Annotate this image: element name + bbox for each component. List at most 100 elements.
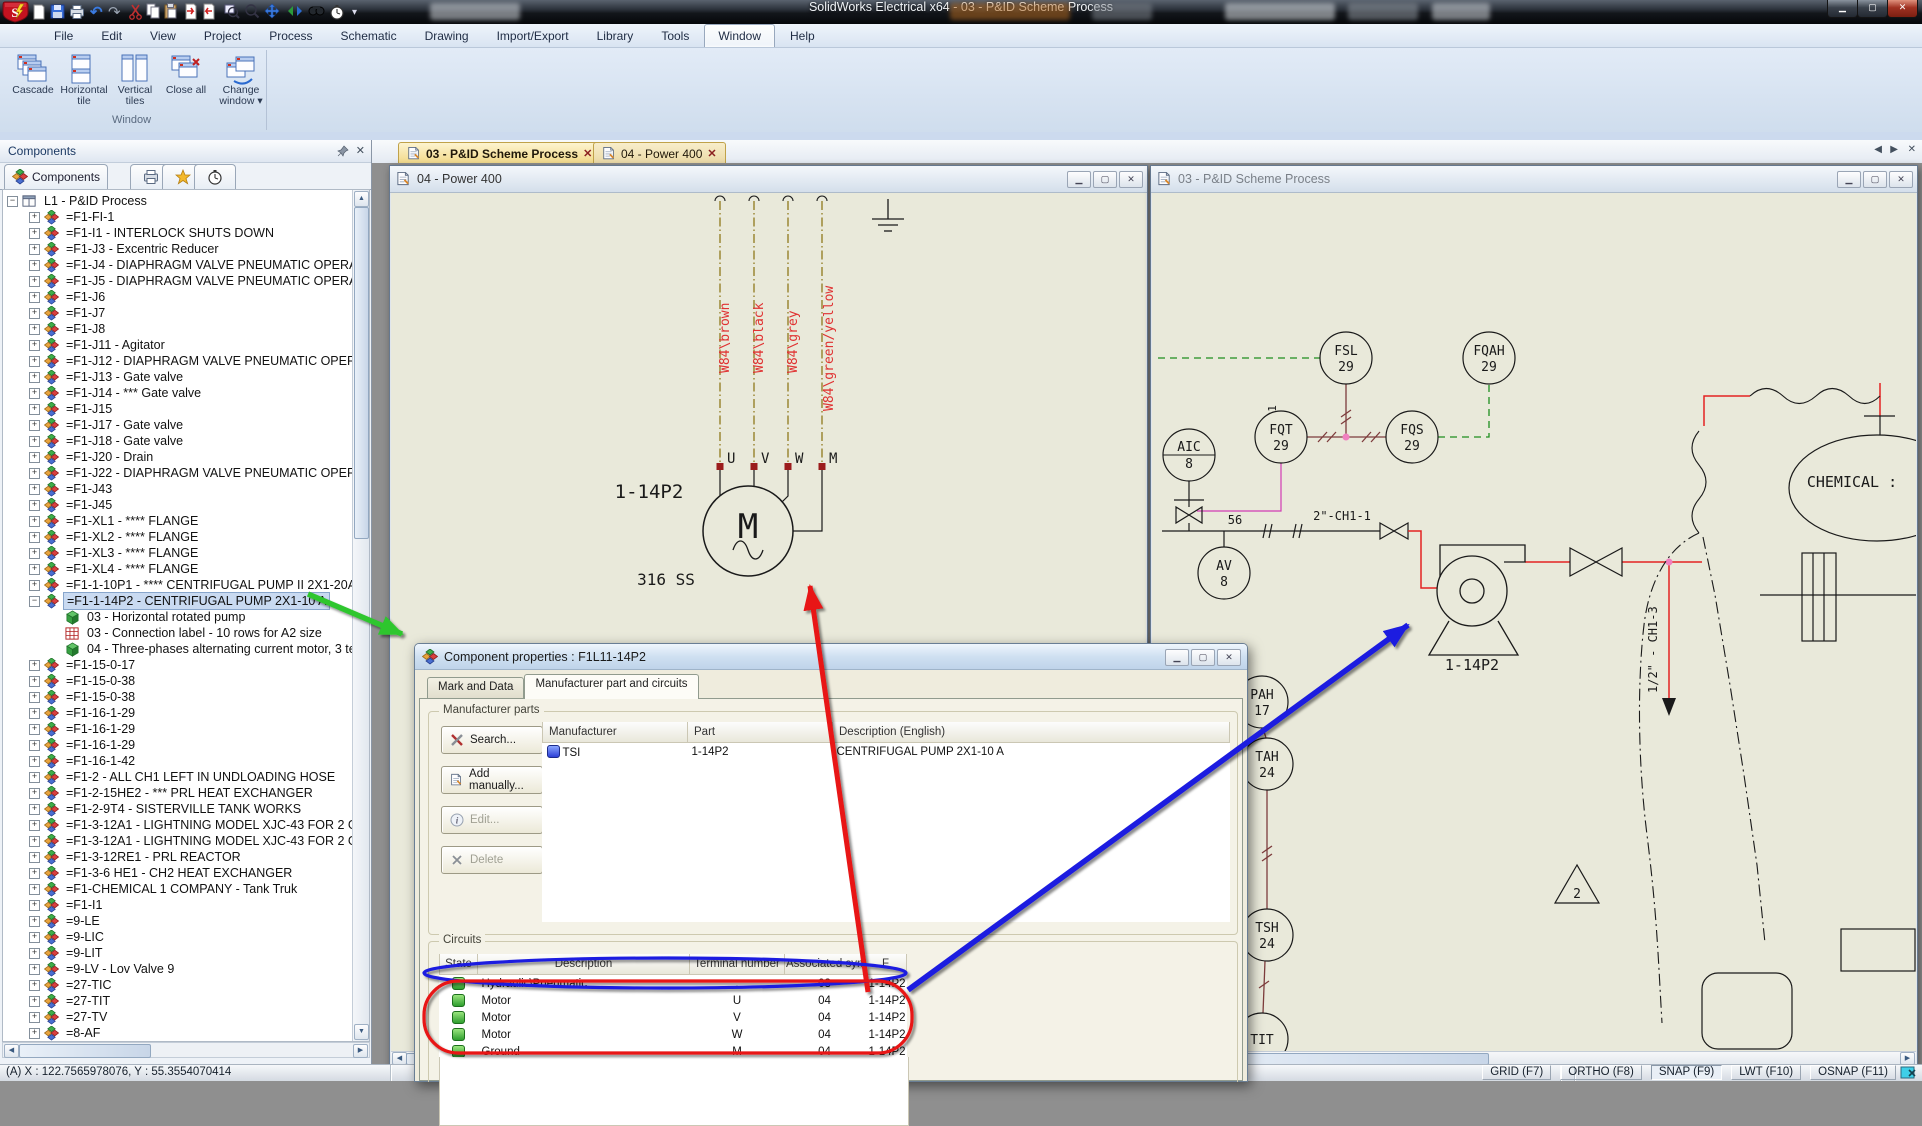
expand-icon[interactable]: +: [29, 708, 40, 719]
menu-tools[interactable]: Tools: [648, 25, 702, 47]
close-icon[interactable]: ✕: [1889, 171, 1913, 188]
tab-close-icon[interactable]: ✕: [583, 147, 592, 160]
expand-icon[interactable]: +: [29, 932, 40, 943]
tab-mark-and-data[interactable]: Mark and Data: [427, 677, 524, 699]
tree-item[interactable]: 03 - Connection label - 10 rows for A2 s…: [3, 625, 369, 641]
expand-icon[interactable]: +: [29, 452, 40, 463]
delete-button[interactable]: Delete: [441, 846, 543, 874]
tab-history[interactable]: [194, 164, 236, 189]
tree-item[interactable]: +=F1-J11 - Agitator: [3, 337, 369, 353]
expand-icon[interactable]: +: [29, 804, 40, 815]
expand-icon[interactable]: +: [29, 308, 40, 319]
search-button[interactable]: Search...: [441, 726, 543, 754]
pump-symbol[interactable]: [1429, 545, 1525, 655]
toggle-snap[interactable]: SNAP (F9): [1651, 1065, 1722, 1080]
expand-icon[interactable]: +: [29, 500, 40, 511]
expand-icon[interactable]: +: [29, 676, 40, 687]
close-icon[interactable]: ✕: [1119, 171, 1143, 188]
toggle-grid[interactable]: GRID (F7): [1482, 1065, 1551, 1080]
expand-icon[interactable]: +: [29, 244, 40, 255]
tree-item[interactable]: +=F1-1-10P1 - **** CENTRIFUGAL PUMP II 2…: [3, 577, 369, 593]
tab-scroll-right-icon[interactable]: ▶: [1890, 144, 1898, 155]
tree-hscrollbar-thumb[interactable]: [19, 1044, 151, 1058]
minimize-button[interactable]: ▁: [1827, 0, 1858, 18]
solidworks-logo-icon[interactable]: S: [2, 1, 30, 23]
tree-item[interactable]: +=F1-J13 - Gate valve: [3, 369, 369, 385]
menu-file[interactable]: File: [41, 25, 86, 47]
column-header[interactable]: Description (English): [833, 722, 1230, 743]
close-button[interactable]: ✕: [1887, 0, 1918, 18]
tree-item[interactable]: +=F1-J15: [3, 401, 369, 417]
tree-item[interactable]: +=F1-J7: [3, 305, 369, 321]
tree-item[interactable]: +=F1-I1: [3, 897, 369, 913]
toggle-osnap[interactable]: OSNAP (F11): [1810, 1065, 1896, 1080]
pid-window-titlebar[interactable]: 03 - P&ID Scheme Process: [1151, 166, 1917, 193]
quick-access-toolbar[interactable]: ↶ ↷ ▾: [32, 3, 392, 21]
expand-icon[interactable]: +: [29, 532, 40, 543]
tree-item[interactable]: +=F1-3-12A1 - LIGHTNING MODEL XJC-43 FOR…: [3, 833, 369, 849]
add-manually-button[interactable]: Add manually...: [441, 766, 543, 794]
tree-item[interactable]: −=F1-1-14P2 - CENTRIFUGAL PUMP 2X1-10 A: [3, 593, 369, 609]
tree-item[interactable]: +=9-LIT: [3, 945, 369, 961]
menu-view[interactable]: View: [137, 25, 189, 47]
tree-item[interactable]: +=F1-J8: [3, 321, 369, 337]
tree-item[interactable]: +=F1-16-1-29: [3, 737, 369, 753]
expand-icon[interactable]: +: [29, 580, 40, 591]
expand-icon[interactable]: +: [29, 980, 40, 991]
instrument-tah[interactable]: TAH24: [1241, 738, 1293, 790]
expand-icon[interactable]: +: [29, 404, 40, 415]
expand-icon[interactable]: +: [29, 900, 40, 911]
power-wires[interactable]: [720, 201, 822, 466]
menu-edit[interactable]: Edit: [88, 25, 135, 47]
tab-components[interactable]: Components: [4, 164, 108, 189]
edit-button[interactable]: i Edit...: [441, 806, 543, 834]
expand-icon[interactable]: +: [29, 852, 40, 863]
horizontal-tile-button[interactable]: Horizontal tile: [59, 52, 109, 114]
tree-item[interactable]: +=F1-XL3 - **** FLANGE: [3, 545, 369, 561]
tree-item[interactable]: −L1 - P&ID Process: [3, 193, 369, 209]
column-header[interactable]: Description: [478, 954, 690, 975]
expand-icon[interactable]: +: [29, 420, 40, 431]
tree-horizontal-scrollbar[interactable]: ◀ ▶: [2, 1042, 370, 1058]
tree-item[interactable]: 04 - Three-phases alternating current mo…: [3, 641, 369, 657]
close-icon[interactable]: ✕: [1217, 649, 1241, 666]
expand-icon[interactable]: +: [29, 356, 40, 367]
tab-manufacturer-part-and-circuits[interactable]: Manufacturer part and circuits: [524, 674, 698, 699]
manufacturer-row[interactable]: TSI1-14P2CENTRIFUGAL PUMP 2X1-10 A: [543, 743, 1230, 761]
expand-icon[interactable]: +: [29, 340, 40, 351]
expand-icon[interactable]: +: [29, 212, 40, 223]
menu-drawing[interactable]: Drawing: [412, 25, 482, 47]
tree-vertical-scrollbar[interactable]: ▲ ▼: [352, 190, 369, 1041]
tree-item[interactable]: +=F1-3-12A1 - LIGHTNING MODEL XJC-43 FOR…: [3, 817, 369, 833]
tree-item[interactable]: +=F1-2-9T4 - SISTERVILLE TANK WORKS: [3, 801, 369, 817]
expand-icon[interactable]: +: [29, 868, 40, 879]
expand-icon[interactable]: +: [29, 388, 40, 399]
expand-icon[interactable]: +: [29, 1028, 40, 1039]
tree-item[interactable]: +=F1-J3 - Excentric Reducer: [3, 241, 369, 257]
circuit-row[interactable]: MotorV041-14P2: [440, 1009, 907, 1026]
tree-item[interactable]: +=F1-J20 - Drain: [3, 449, 369, 465]
expand-icon[interactable]: +: [29, 228, 40, 239]
tree-item[interactable]: +=F1-15-0-38: [3, 673, 369, 689]
minimize-icon[interactable]: ▁: [1837, 171, 1861, 188]
menu-import-export[interactable]: Import/Export: [484, 25, 582, 47]
menu-schematic[interactable]: Schematic: [328, 25, 410, 47]
tree-item[interactable]: +=F1-FI-1: [3, 209, 369, 225]
close-all-button[interactable]: Close all: [161, 52, 211, 114]
tab-close-icon[interactable]: ✕: [707, 147, 716, 160]
expand-icon[interactable]: +: [29, 468, 40, 479]
manufacturer-table[interactable]: ManufacturerPartDescription (English) TS…: [542, 722, 1230, 922]
tree-item[interactable]: +=F1-2-15HE2 - *** PRL HEAT EXCHANGER: [3, 785, 369, 801]
menu-library[interactable]: Library: [584, 25, 647, 47]
expand-icon[interactable]: +: [29, 916, 40, 927]
expand-icon[interactable]: +: [29, 884, 40, 895]
instrument-av[interactable]: AV8: [1198, 547, 1250, 599]
tree-item[interactable]: +=F1-CHEMICAL 1 COMPANY - Tank Truk: [3, 881, 369, 897]
tree-item[interactable]: +=F1-J45: [3, 497, 369, 513]
minimize-icon[interactable]: ▁: [1165, 649, 1189, 666]
expand-icon[interactable]: +: [29, 772, 40, 783]
motor-symbol[interactable]: M: [703, 486, 793, 576]
annotation-monitor-icon[interactable]: [1900, 1066, 1918, 1080]
scroll-up-icon[interactable]: ▲: [354, 191, 369, 207]
circuit-row[interactable]: MotorW041-14P2: [440, 1026, 907, 1043]
